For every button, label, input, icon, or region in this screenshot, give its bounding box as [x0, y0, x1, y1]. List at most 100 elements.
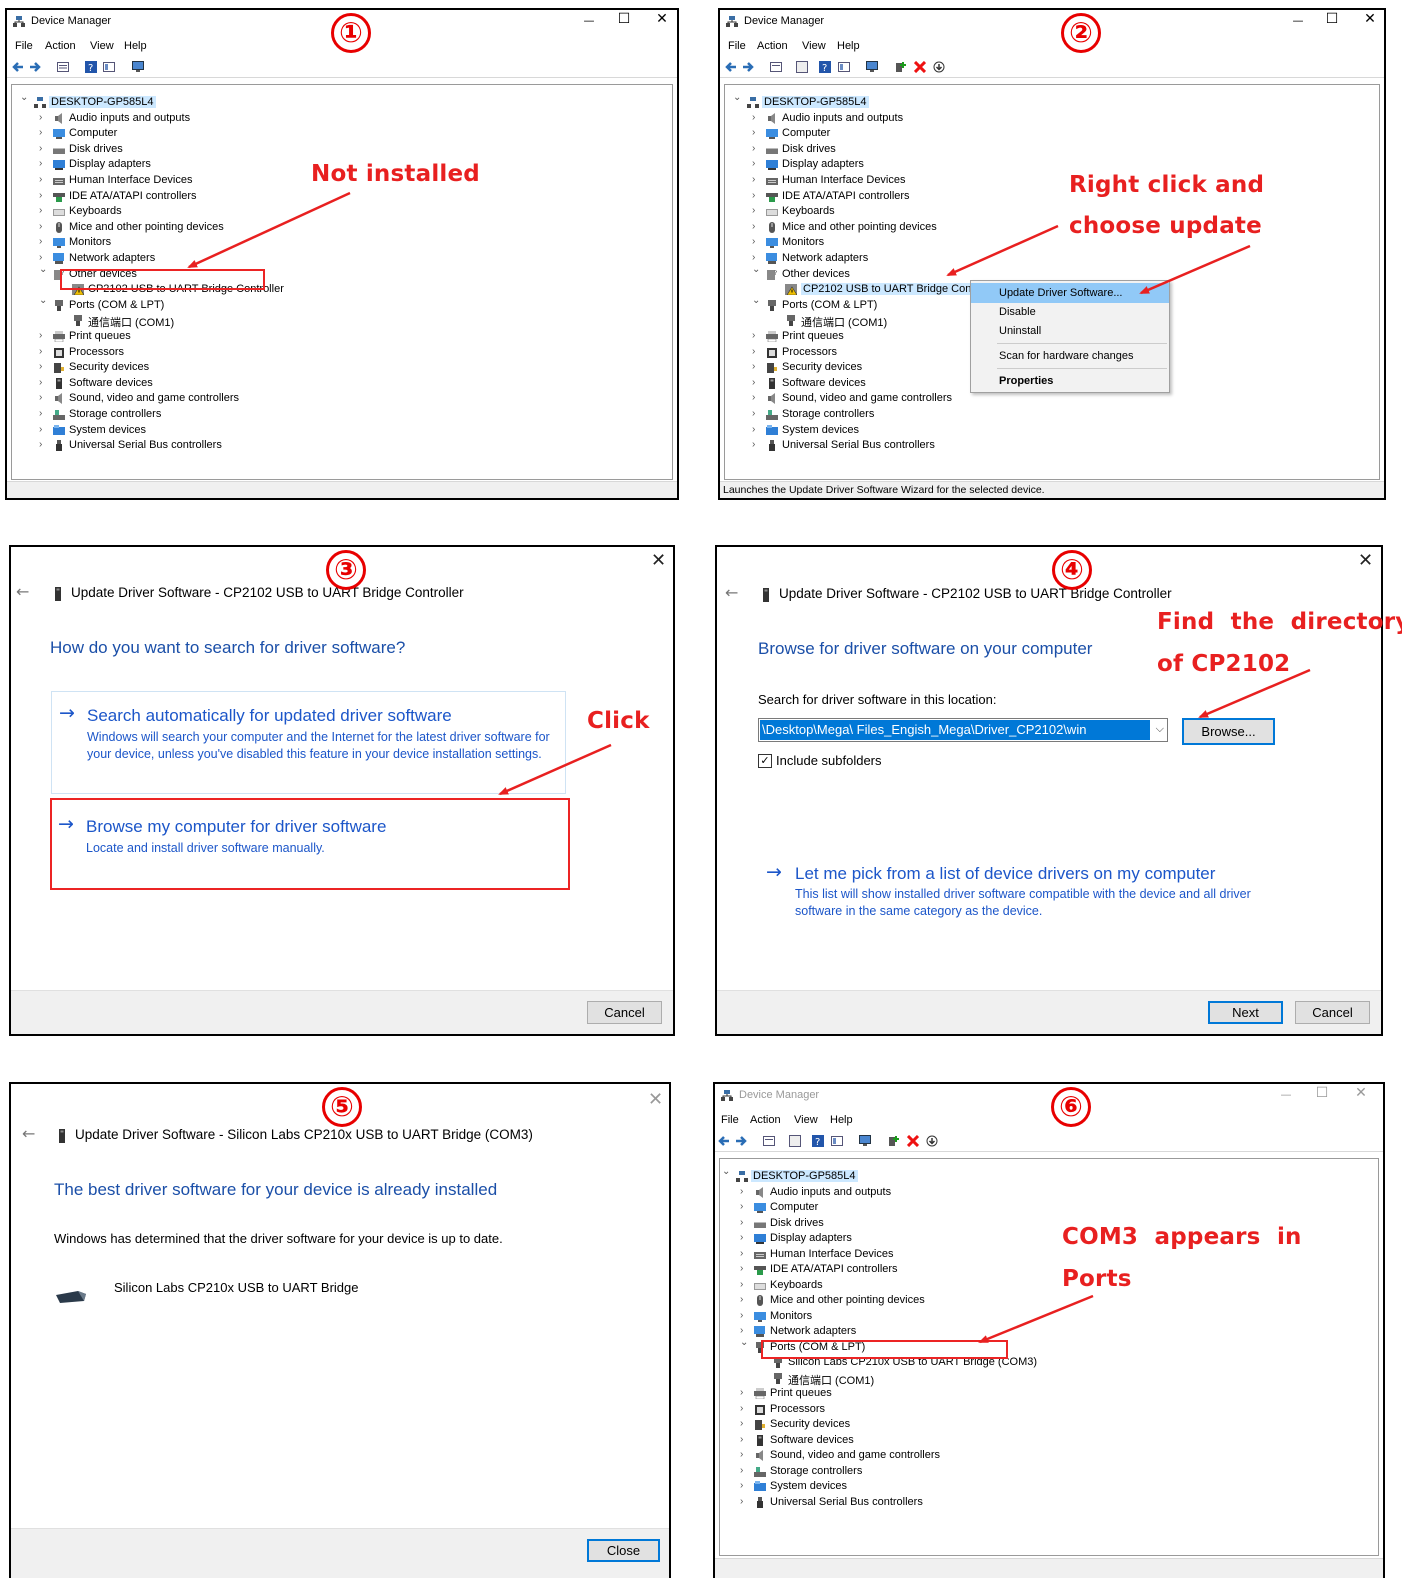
tree-category-system[interactable]: › System devices [12, 423, 672, 439]
tree-category-computer[interactable]: › Computer [12, 126, 672, 142]
chevron-right-icon[interactable]: › [39, 439, 49, 450]
properties-menu-item[interactable]: Properties [971, 371, 1169, 391]
back-arrow-icon[interactable]: ← [725, 583, 738, 602]
download-icon[interactable] [926, 1135, 938, 1147]
chevron-right-icon[interactable]: › [39, 361, 49, 372]
disable-menu-item[interactable]: Disable [971, 302, 1169, 322]
uninstall-menu-item[interactable]: Uninstall [971, 321, 1169, 341]
chevron-right-icon[interactable]: › [752, 190, 762, 201]
chevron-down-icon[interactable]: ⌄ [733, 92, 743, 103]
view-icon[interactable] [103, 61, 115, 73]
search-automatically-option[interactable]: → Search automatically for updated drive… [51, 691, 566, 794]
chevron-right-icon[interactable]: › [39, 143, 49, 154]
tree-category-mice[interactable]: › Mice and other pointing devices [725, 220, 1379, 236]
tree-root[interactable]: ⌄ DESKTOP-GP585L4 [720, 1166, 1378, 1185]
close-icon[interactable]: ✕ [1358, 550, 1373, 571]
chevron-right-icon[interactable]: › [752, 346, 762, 357]
chevron-right-icon[interactable]: › [39, 158, 49, 169]
pick-from-list-option[interactable]: → Let me pick from a list of device driv… [762, 859, 1302, 919]
chevron-right-icon[interactable]: › [752, 174, 762, 185]
close-icon[interactable]: ✕ [648, 1089, 663, 1110]
back-icon[interactable] [718, 1135, 730, 1147]
chevron-right-icon[interactable]: › [39, 377, 49, 388]
back-icon[interactable] [725, 61, 737, 73]
chevron-down-icon[interactable]: ⌄ [20, 92, 30, 103]
chevron-down-icon[interactable]: ⌄ [752, 295, 762, 306]
tree-category-sound[interactable]: › Sound, video and game controllers [720, 1448, 1378, 1464]
close-button[interactable]: ✕ [1347, 1085, 1375, 1101]
uninstall-icon[interactable] [907, 1135, 919, 1147]
menu-help[interactable]: Help [837, 40, 860, 52]
download-icon[interactable] [933, 61, 945, 73]
chevron-right-icon[interactable]: › [740, 1465, 750, 1476]
forward-icon[interactable] [29, 61, 41, 73]
chevron-right-icon[interactable]: › [752, 112, 762, 123]
tree-category-system[interactable]: › System devices [720, 1479, 1378, 1495]
tree-category-disk[interactable]: › Disk drives [12, 142, 672, 158]
tree-category-storage[interactable]: › Storage controllers [725, 407, 1379, 423]
chevron-down-icon[interactable]: ⌄ [752, 264, 762, 275]
tree-category-network[interactable]: › Network adapters [720, 1324, 1378, 1340]
menu-view[interactable]: View [794, 1114, 818, 1126]
help-icon[interactable]: ? [812, 1135, 824, 1147]
chevron-right-icon[interactable]: › [39, 174, 49, 185]
chevron-right-icon[interactable]: › [752, 127, 762, 138]
chevron-right-icon[interactable]: › [740, 1310, 750, 1321]
chevron-right-icon[interactable]: › [39, 190, 49, 201]
tree-category-usb[interactable]: › Universal Serial Bus controllers [12, 438, 672, 454]
close-icon[interactable]: ✕ [651, 550, 666, 571]
chevron-right-icon[interactable]: › [752, 205, 762, 216]
tree-category-display[interactable]: › Display adapters [725, 157, 1379, 173]
chevron-right-icon[interactable]: › [39, 236, 49, 247]
chevron-right-icon[interactable]: › [752, 361, 762, 372]
tree-device-com1[interactable]: 通信端口 (COM1) [720, 1371, 1378, 1387]
cancel-button[interactable]: Cancel [1295, 1001, 1370, 1024]
tree-root[interactable]: ⌄ DESKTOP-GP585L4 [12, 92, 672, 111]
path-input[interactable]: \Desktop\Mega\ Files_Engish_Mega\Driver_… [760, 720, 1150, 740]
chevron-right-icon[interactable]: › [740, 1217, 750, 1228]
close-button[interactable]: ✕ [1356, 11, 1384, 27]
chevron-right-icon[interactable]: › [740, 1325, 750, 1336]
menu-file[interactable]: File [721, 1114, 739, 1126]
add-driver-icon[interactable] [888, 1135, 900, 1147]
chevron-right-icon[interactable]: › [752, 252, 762, 263]
tree-category-monitors[interactable]: › Monitors [12, 235, 672, 251]
chevron-down-icon[interactable]: ⌵ [1156, 722, 1164, 736]
tree-category-keyboards[interactable]: › Keyboards [720, 1278, 1378, 1294]
tree-category-keyboards[interactable]: › Keyboards [12, 204, 672, 220]
tree-category-audio[interactable]: › Audio inputs and outputs [12, 111, 672, 127]
chevron-right-icon[interactable]: › [752, 221, 762, 232]
chevron-right-icon[interactable]: › [752, 158, 762, 169]
view-icon[interactable] [831, 1135, 843, 1147]
menu-view[interactable]: View [802, 40, 826, 52]
tree-root[interactable]: ⌄ DESKTOP-GP585L4 [725, 92, 1379, 111]
chevron-down-icon[interactable]: ⌄ [722, 1166, 732, 1177]
maximize-button[interactable]: ☐ [1308, 1085, 1336, 1101]
chevron-right-icon[interactable]: › [740, 1403, 750, 1414]
chevron-right-icon[interactable]: › [740, 1480, 750, 1491]
chevron-down-icon[interactable]: ⌄ [39, 264, 49, 275]
tree-category-monitors[interactable]: › Monitors [725, 235, 1379, 251]
close-button[interactable]: Close [587, 1539, 660, 1562]
tree-category-mice[interactable]: › Mice and other pointing devices [720, 1293, 1378, 1309]
chevron-right-icon[interactable]: › [39, 346, 49, 357]
include-subfolders-checkbox[interactable]: ✓ [758, 754, 772, 768]
properties-icon[interactable] [770, 61, 782, 73]
path-combobox[interactable]: \Desktop\Mega\ Files_Engish_Mega\Driver_… [758, 718, 1168, 742]
menu-action[interactable]: Action [750, 1114, 781, 1126]
back-arrow-icon[interactable]: ← [22, 1124, 35, 1143]
tree-category-computer[interactable]: › Computer [720, 1200, 1378, 1216]
menu-view[interactable]: View [90, 40, 114, 52]
menu-action[interactable]: Action [45, 40, 76, 52]
chevron-right-icon[interactable]: › [752, 377, 762, 388]
chevron-right-icon[interactable]: › [740, 1418, 750, 1429]
minimize-button[interactable]: — [1284, 14, 1312, 27]
minimize-button[interactable]: — [1272, 1088, 1300, 1101]
tree-category-network[interactable]: › Network adapters [725, 251, 1379, 267]
help-icon[interactable]: ? [85, 61, 97, 73]
maximize-button[interactable]: ☐ [1318, 11, 1346, 27]
menu-file[interactable]: File [728, 40, 746, 52]
menu-help[interactable]: Help [124, 40, 147, 52]
monitor-icon[interactable] [132, 61, 144, 73]
chevron-right-icon[interactable]: › [39, 205, 49, 216]
